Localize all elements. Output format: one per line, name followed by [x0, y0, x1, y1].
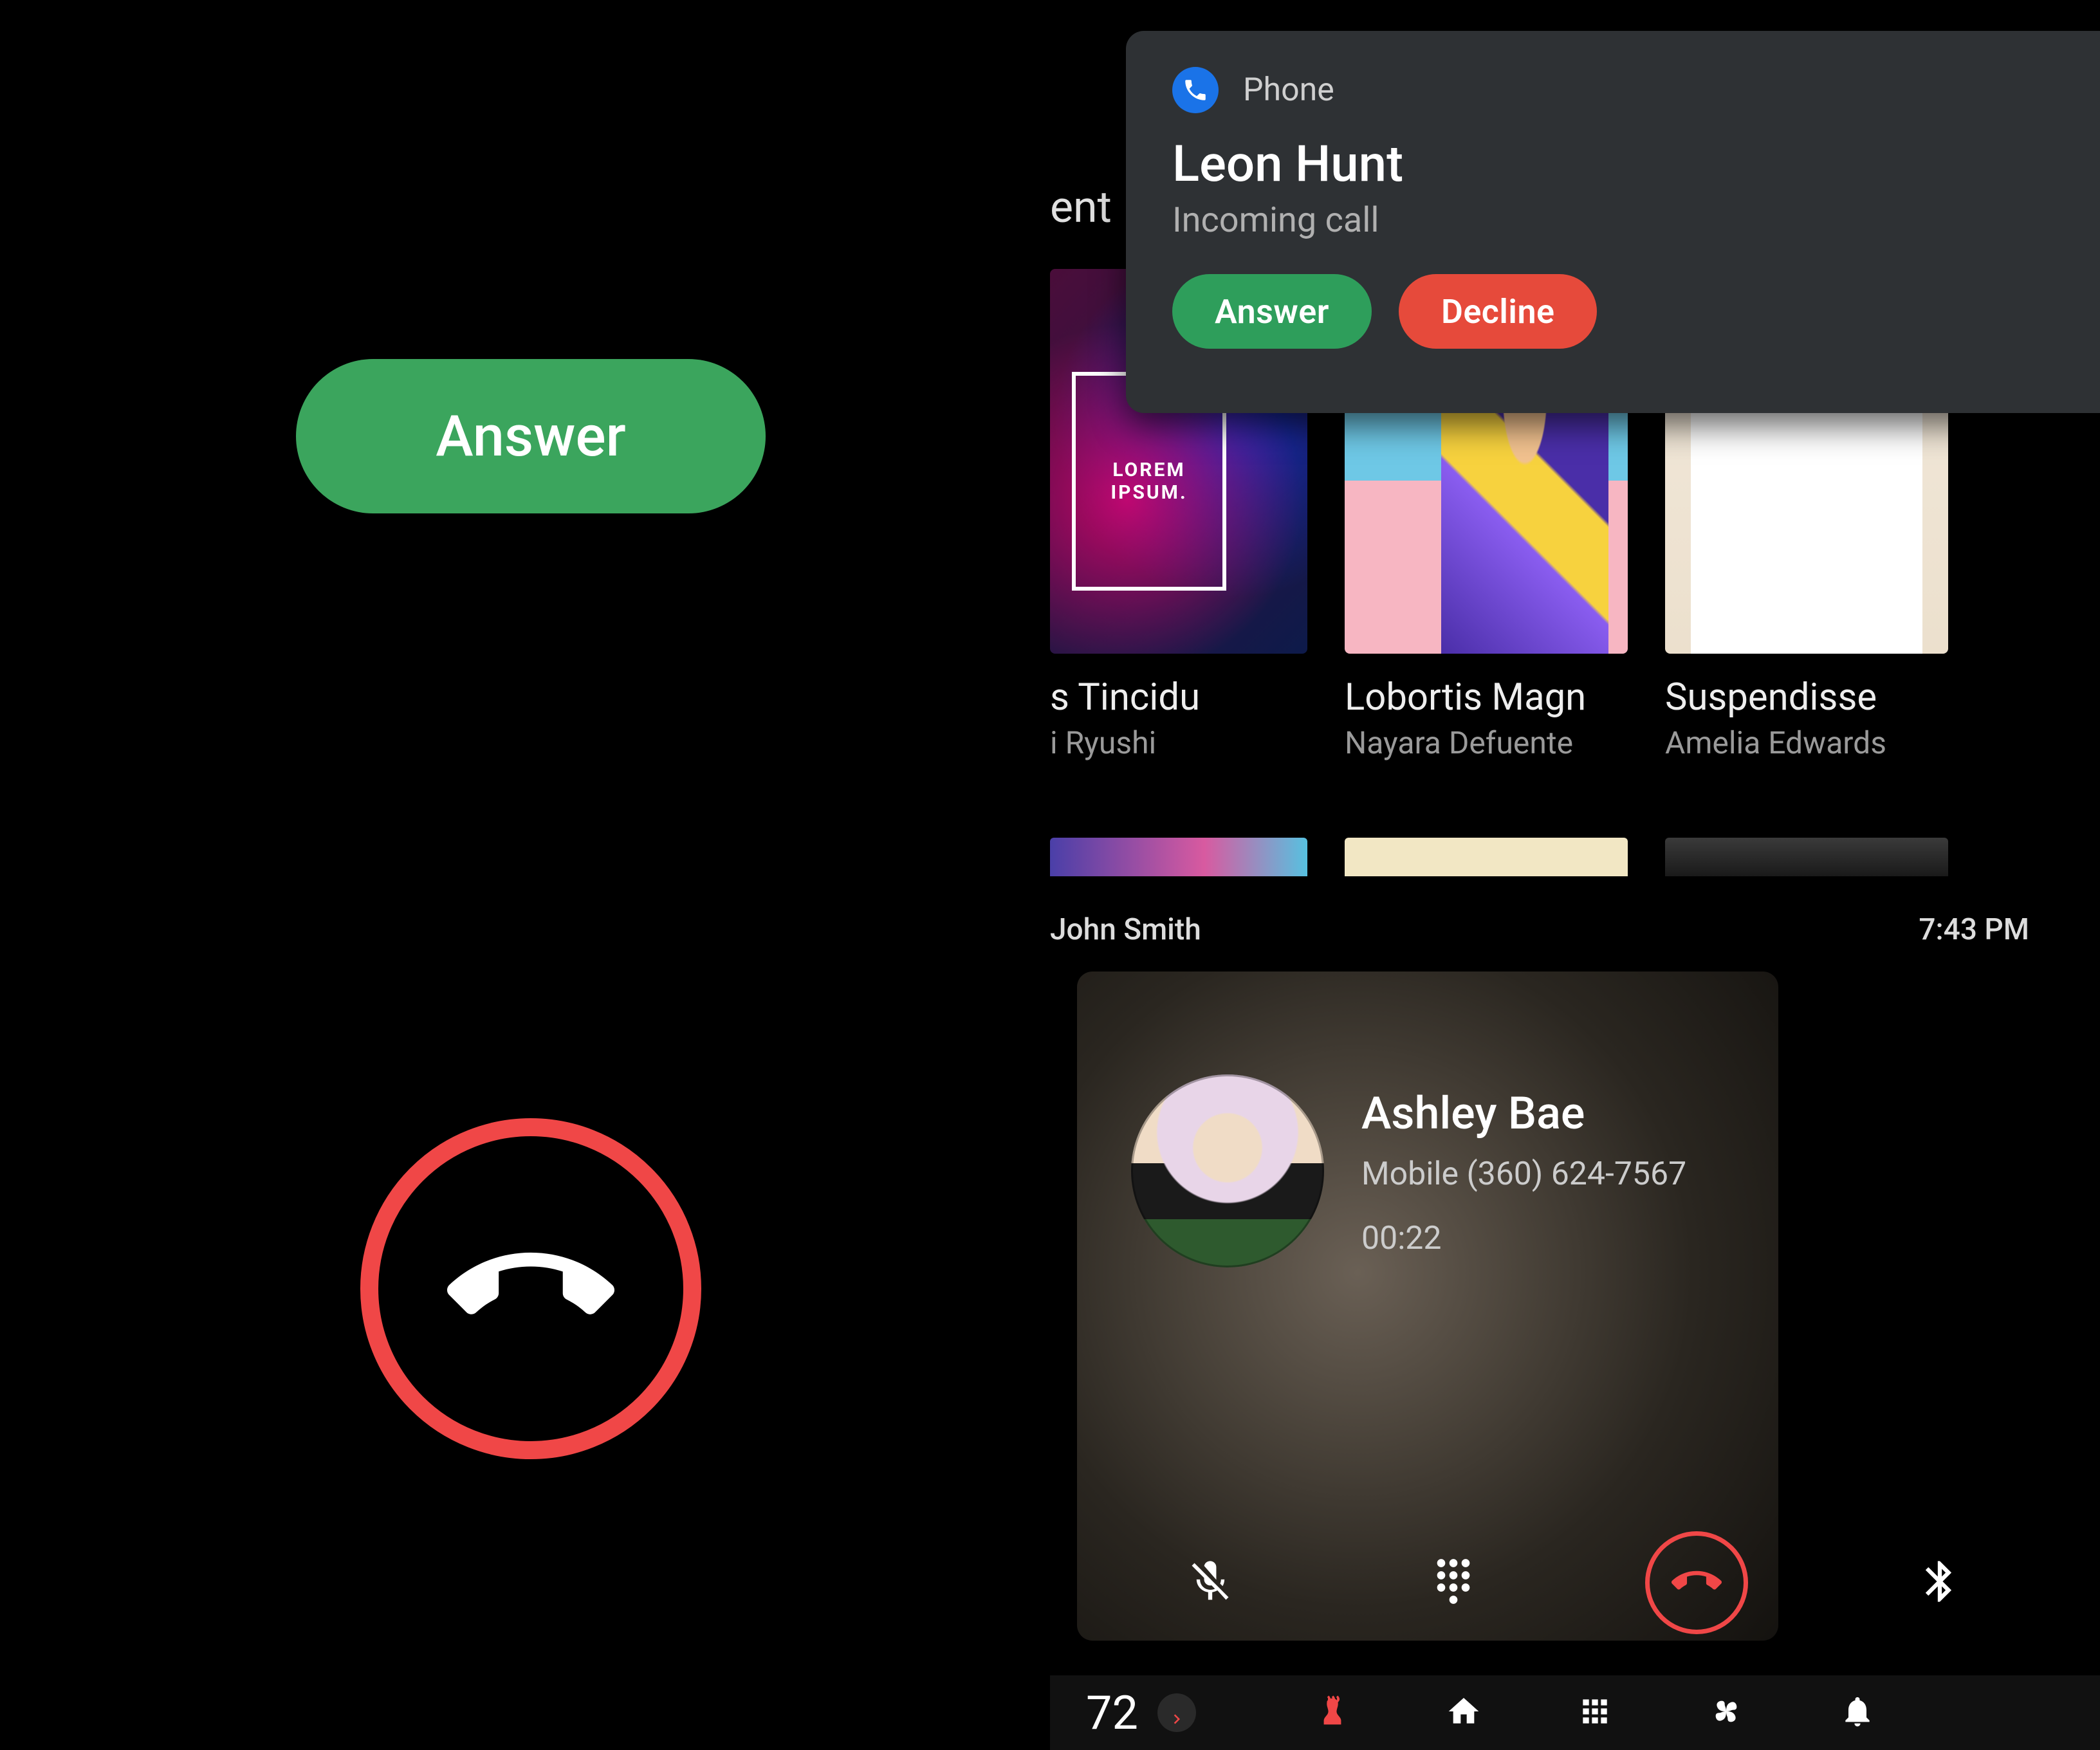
- notification-app-name: Phone: [1243, 71, 1334, 109]
- chevron-right-icon: [1167, 1686, 1186, 1740]
- system-bar: 72: [1050, 1675, 2100, 1750]
- bell-icon: [1839, 1693, 1875, 1732]
- seat-heater-button[interactable]: [1312, 1692, 1353, 1733]
- temperature-display[interactable]: 72: [1086, 1686, 1196, 1740]
- active-call-name: Ashley Bae: [1361, 1087, 1686, 1140]
- media-card-1-subtitle: i Ryushi: [1050, 724, 1307, 761]
- apps-grid-icon: [1577, 1693, 1613, 1732]
- decline-button-label: Decline: [1441, 292, 1555, 331]
- notification-subtitle: Incoming call: [1172, 200, 2054, 241]
- phone-app-icon: [1172, 67, 1219, 113]
- temperature-value: 72: [1086, 1686, 1138, 1740]
- temperature-expand-button[interactable]: [1157, 1693, 1196, 1732]
- phone-hangup-icon: [1672, 1556, 1722, 1609]
- decline-button[interactable]: Decline: [1399, 274, 1598, 349]
- bluetooth-button[interactable]: [1888, 1531, 1991, 1634]
- media-card-3-title: Suspendisse: [1665, 676, 1948, 719]
- background-text-fragment-ent: ent: [1050, 181, 1112, 233]
- phone-hangup-icon: [447, 1204, 614, 1374]
- notification-caller-name: Leon Hunt: [1172, 135, 2054, 194]
- mic-off-icon: [1186, 1557, 1235, 1608]
- apps-button[interactable]: [1574, 1692, 1616, 1733]
- media-cards-row-2-peek: [1050, 838, 2100, 876]
- active-call-info: Ashley Bae Mobile (360) 624-7567 00:22: [1131, 1074, 1686, 1267]
- dialpad-icon: [1429, 1557, 1478, 1608]
- notification-header: Phone: [1172, 67, 2054, 113]
- bluetooth-icon: [1915, 1557, 1964, 1608]
- mute-button[interactable]: [1159, 1531, 1262, 1634]
- media-card-6-peek[interactable]: [1665, 838, 1948, 876]
- right-panel: ent LOREM IPSUM. s Tincidu i Ryushi Lobo…: [1050, 0, 2100, 1750]
- dialpad-button[interactable]: [1402, 1531, 1505, 1634]
- fan-button[interactable]: [1706, 1692, 1747, 1733]
- home-icon: [1446, 1693, 1482, 1732]
- answer-button-large[interactable]: Answer: [296, 359, 766, 513]
- status-time: 7:43 PM: [1919, 912, 2029, 947]
- media-card-2-subtitle: Nayara Defuente: [1345, 724, 1628, 761]
- incoming-call-notification: Phone Leon Hunt Incoming call Answer Dec…: [1126, 31, 2100, 413]
- status-user-name: John Smith: [1050, 912, 1201, 947]
- answer-button-label: Answer: [1215, 292, 1329, 331]
- answer-button-large-label: Answer: [436, 403, 625, 470]
- fan-icon: [1708, 1693, 1744, 1732]
- active-call-number: Mobile (360) 624-7567: [1361, 1156, 1686, 1193]
- end-call-button-large[interactable]: [360, 1118, 701, 1459]
- system-icons: [1312, 1692, 1878, 1733]
- seat-heat-icon: [1314, 1693, 1350, 1732]
- notification-buttons: Answer Decline: [1172, 274, 2054, 349]
- caller-avatar: [1131, 1074, 1324, 1267]
- call-controls: [1050, 1531, 2100, 1634]
- media-card-3-subtitle: Amelia Edwards: [1665, 724, 1948, 761]
- status-bar: John Smith 7:43 PM: [1050, 912, 2100, 947]
- end-call-button[interactable]: [1645, 1531, 1748, 1634]
- media-card-2-title: Lobortis Magn: [1345, 676, 1628, 719]
- media-card-5-peek[interactable]: [1345, 838, 1628, 876]
- notifications-button[interactable]: [1837, 1692, 1878, 1733]
- answer-button[interactable]: Answer: [1172, 274, 1372, 349]
- active-call-duration: 00:22: [1361, 1220, 1686, 1257]
- media-card-1-title: s Tincidu: [1050, 676, 1307, 719]
- media-card-4-peek[interactable]: [1050, 838, 1307, 876]
- home-button[interactable]: [1443, 1692, 1484, 1733]
